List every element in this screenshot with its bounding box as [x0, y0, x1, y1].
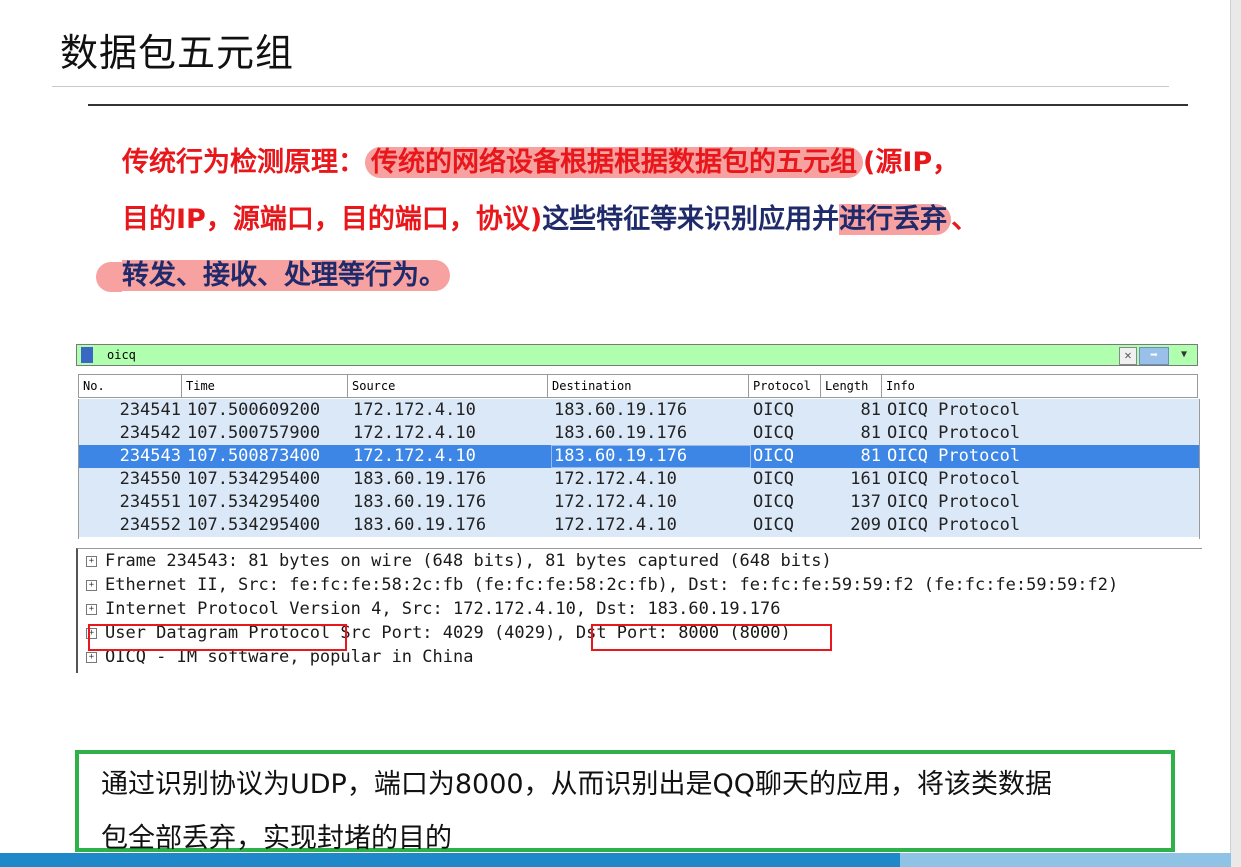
- packet-destination: 183.60.19.176: [554, 446, 688, 466]
- packet-time: 107.500609200: [187, 400, 321, 420]
- packet-info: OICQ Protocol: [887, 492, 1021, 512]
- packet-destination: 172.172.4.10: [554, 469, 677, 489]
- column-header-source[interactable]: Source: [348, 375, 548, 397]
- bookmark-icon[interactable]: [81, 347, 93, 363]
- packet-source: 172.172.4.10: [353, 446, 476, 466]
- clear-filter-icon[interactable]: ✕: [1119, 347, 1137, 365]
- conclusion-line-1: 通过识别协议为UDP，端口为8000，从而识别出是QQ聊天的应用，将该类数据: [101, 769, 1053, 800]
- conclusion-line-2: 包全部丢弃，实现封堵的目的: [101, 823, 452, 854]
- udp-protocol-callout: [88, 624, 347, 651]
- packet-no: 234543: [119, 446, 181, 466]
- packet-row[interactable]: 234550 107.534295400 183.60.19.176 172.1…: [79, 468, 1199, 491]
- filter-input[interactable]: oicq: [107, 348, 136, 362]
- packet-destination: 183.60.19.176: [554, 423, 688, 443]
- packet-info: OICQ Protocol: [887, 469, 1021, 489]
- detail-ethernet-text: Ethernet II, Src: fe:fc:fe:58:2c:fb (fe:…: [105, 575, 1119, 595]
- packet-time: 107.534295400: [187, 492, 321, 512]
- detail-ethernet[interactable]: + Ethernet II, Src: fe:fc:fe:58:2c:fb (fe…: [86, 573, 1118, 597]
- chevron-down-icon[interactable]: ▼: [1175, 347, 1193, 363]
- packet-length: 137: [850, 492, 881, 512]
- title-divider: [88, 104, 1188, 106]
- packet-no: 234551: [119, 492, 181, 512]
- expand-icon[interactable]: +: [86, 555, 97, 567]
- packet-list: 234541 107.500609200 172.172.4.10 183.60…: [78, 399, 1200, 539]
- detail-frame-text: Frame 234543: 81 bytes on wire (648 bits…: [105, 551, 832, 571]
- packet-info: OICQ Protocol: [887, 423, 1021, 443]
- packet-details-pane: + Frame 234543: 81 bytes on wire (648 bit…: [76, 548, 1202, 673]
- packet-info: OICQ Protocol: [887, 515, 1021, 535]
- packet-source: 172.172.4.10: [353, 400, 476, 420]
- packet-row[interactable]: 234541 107.500609200 172.172.4.10 183.60…: [79, 399, 1199, 422]
- packet-row-selected[interactable]: 234543 107.500873400 172.172.4.10 183.60…: [79, 445, 1199, 468]
- packet-row[interactable]: 234542 107.500757900 172.172.4.10 183.60…: [79, 422, 1199, 445]
- packet-length: 81: [860, 446, 881, 466]
- packet-destination: 183.60.19.176: [554, 400, 688, 420]
- packet-info: OICQ Protocol: [887, 446, 1021, 466]
- packet-length: 81: [860, 423, 881, 443]
- packet-row[interactable]: 234551 107.534295400 183.60.19.176 172.1…: [79, 491, 1199, 514]
- expand-icon[interactable]: +: [86, 579, 97, 591]
- packet-protocol: OICQ: [753, 492, 794, 512]
- packet-time: 107.500873400: [187, 446, 321, 466]
- packet-destination: 172.172.4.10: [554, 492, 677, 512]
- packet-protocol: OICQ: [753, 423, 794, 443]
- packet-time: 107.534295400: [187, 515, 321, 535]
- column-header-no[interactable]: No.: [79, 375, 182, 397]
- packet-destination: 172.172.4.10: [554, 515, 677, 535]
- packet-info: OICQ Protocol: [887, 400, 1021, 420]
- action-highlight: 进行丢弃: [839, 204, 952, 235]
- packet-no: 234552: [119, 515, 181, 535]
- actions-list-highlight: 转发、接收、处理等行为。: [122, 260, 450, 291]
- expand-icon[interactable]: +: [86, 603, 97, 615]
- column-header-length[interactable]: Length: [821, 375, 882, 397]
- packet-protocol: OICQ: [753, 446, 794, 466]
- expand-icon[interactable]: +: [86, 651, 97, 663]
- packet-protocol: OICQ: [753, 469, 794, 489]
- paragraph-line-1: 传统行为检测原理： 传统的网络设备根据根据数据包的五元组 (源IP，: [122, 146, 959, 180]
- detail-ip-text: Internet Protocol Version 4, Src: 172.17…: [105, 599, 781, 619]
- five-tuple-tail: (源IP，: [863, 147, 960, 178]
- column-header-time[interactable]: Time: [182, 375, 348, 397]
- tuple-fields: 目的IP，源端口，目的端口，协议): [122, 204, 543, 235]
- slide-title: 数据包五元组: [60, 31, 295, 75]
- conclusion-box: 通过识别协议为UDP，端口为8000，从而识别出是QQ聊天的应用，将该类数据 包…: [75, 750, 1175, 854]
- feature-text: 这些特征等来识别应用并: [542, 204, 840, 235]
- udp-src-port: Src Port: 4029 (4029),: [340, 623, 566, 643]
- packet-length: 209: [850, 515, 881, 535]
- packet-protocol: OICQ: [753, 515, 794, 535]
- packet-source: 183.60.19.176: [353, 469, 487, 489]
- packet-list-header: No. Time Source Destination Protocol Len…: [78, 374, 1198, 398]
- packet-row[interactable]: 234552 107.534295400 183.60.19.176 172.1…: [79, 514, 1199, 537]
- packet-no: 234541: [119, 400, 181, 420]
- display-filter-bar[interactable]: oicq ✕ ➡ ▼: [76, 344, 1198, 366]
- column-header-destination[interactable]: Destination: [548, 375, 749, 397]
- column-header-info[interactable]: Info: [882, 375, 1199, 397]
- packet-no: 234550: [119, 469, 181, 489]
- packet-source: 183.60.19.176: [353, 515, 487, 535]
- detail-ip[interactable]: + Internet Protocol Version 4, Src: 172.1…: [86, 597, 781, 621]
- footer-accent: [900, 853, 1231, 867]
- highlight-lead: [96, 261, 122, 292]
- packet-protocol: OICQ: [753, 400, 794, 420]
- detail-frame[interactable]: + Frame 234543: 81 bytes on wire (648 bit…: [86, 549, 832, 573]
- packet-source: 172.172.4.10: [353, 423, 476, 443]
- packet-time: 107.500757900: [187, 423, 321, 443]
- packet-length: 161: [850, 469, 881, 489]
- principle-label: 传统行为检测原理：: [122, 147, 365, 178]
- title-divider-light: [52, 86, 1169, 87]
- action-separator: 、: [951, 204, 979, 235]
- dst-port-callout: [591, 624, 832, 651]
- paragraph-line-3: 转发、接收、处理等行为。: [96, 259, 450, 293]
- paragraph-line-2: 目的IP，源端口，目的端口，协议)这些特征等来识别应用并进行丢弃、: [122, 203, 978, 237]
- packet-source: 183.60.19.176: [353, 492, 487, 512]
- apply-filter-arrow-icon[interactable]: ➡: [1139, 347, 1169, 365]
- five-tuple-highlight: 传统的网络设备根据根据数据包的五元组: [365, 147, 863, 178]
- packet-length: 81: [860, 400, 881, 420]
- right-scrollbar[interactable]: [1230, 0, 1241, 867]
- wireshark-capture: oicq ✕ ➡ ▼ No. Time Source Destination P…: [74, 342, 1202, 673]
- column-header-protocol[interactable]: Protocol: [749, 375, 821, 397]
- packet-no: 234542: [119, 423, 181, 443]
- packet-time: 107.534295400: [187, 469, 321, 489]
